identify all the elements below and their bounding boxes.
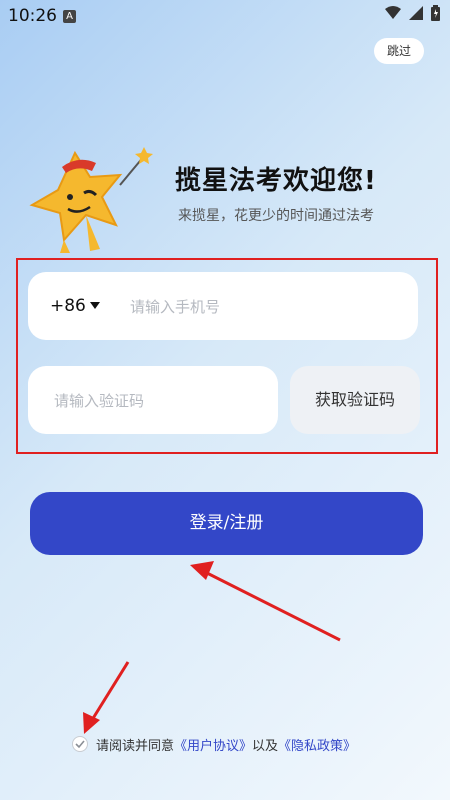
- agreement-prefix: 请阅读并同意: [96, 738, 175, 754]
- welcome-subtitle: 来揽星，花更少的时间通过法考: [178, 208, 374, 224]
- dropdown-arrow-icon[interactable]: [90, 302, 100, 309]
- welcome-title: 揽星法考欢迎您!: [175, 166, 377, 196]
- signal-icon: [409, 6, 423, 20]
- status-time: 10:26: [8, 6, 57, 26]
- skip-button[interactable]: 跳过: [374, 38, 424, 64]
- battery-icon: [431, 5, 440, 21]
- verification-code-input[interactable]: [52, 366, 266, 436]
- annotation-arrow-login: [190, 561, 341, 642]
- annotation-arrow-checkbox: [83, 661, 130, 734]
- get-code-button[interactable]: 获取验证码: [290, 366, 420, 434]
- wifi-icon: [385, 6, 401, 19]
- code-field: [28, 366, 278, 436]
- agreement-connector: 以及: [252, 738, 279, 754]
- agreement-checkbox[interactable]: [72, 736, 88, 752]
- user-agreement-link[interactable]: 《用户协议》: [174, 735, 252, 754]
- agreement-row: 请阅读并同意 《用户协议》 以及 《隐私政策》: [72, 734, 356, 754]
- country-code-selector[interactable]: +86: [50, 272, 86, 340]
- login-register-button[interactable]: 登录/注册: [30, 492, 423, 555]
- status-icons: [385, 5, 440, 21]
- phone-input[interactable]: [128, 272, 402, 342]
- notification-badge: A: [63, 10, 76, 23]
- phone-field: +86: [28, 272, 418, 342]
- mascot-star-icon: [29, 147, 153, 253]
- check-icon: [75, 740, 85, 749]
- privacy-policy-link[interactable]: 《隐私政策》: [278, 735, 356, 754]
- status-bar: 10:26 A: [0, 0, 450, 32]
